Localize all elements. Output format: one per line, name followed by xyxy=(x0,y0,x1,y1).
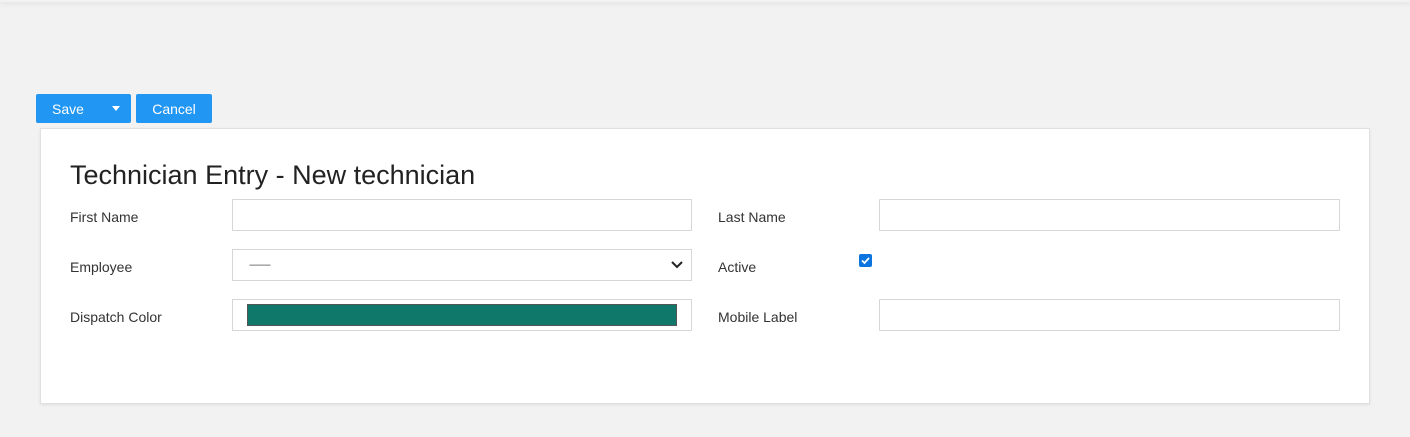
chevron-down-icon xyxy=(671,259,683,271)
first-name-label: First Name xyxy=(70,209,139,225)
cancel-button[interactable]: Cancel xyxy=(136,94,212,123)
toolbar: Save Cancel xyxy=(36,94,212,123)
mobile-label-input[interactable] xyxy=(879,299,1340,331)
employee-select[interactable]: --------- xyxy=(232,249,692,281)
last-name-input[interactable] xyxy=(879,199,1340,231)
save-button[interactable]: Save xyxy=(36,94,100,123)
dispatch-color-picker[interactable] xyxy=(232,299,692,331)
dispatch-color-swatch xyxy=(247,304,677,326)
checkmark-icon xyxy=(861,257,870,265)
active-label: Active xyxy=(718,259,757,275)
mobile-label-label: Mobile Label xyxy=(718,309,798,325)
technician-form-card: Technician Entry - New technician First … xyxy=(40,128,1370,404)
page-title: Technician Entry - New technician xyxy=(70,160,476,190)
first-name-input[interactable] xyxy=(232,199,692,231)
last-name-label: Last Name xyxy=(718,209,786,225)
employee-label: Employee xyxy=(70,259,133,275)
active-checkbox[interactable] xyxy=(859,254,872,267)
caret-down-icon xyxy=(111,106,120,111)
employee-selected-value: --------- xyxy=(249,259,271,271)
dispatch-color-label: Dispatch Color xyxy=(70,309,162,325)
save-options-dropdown-button[interactable] xyxy=(100,94,131,123)
top-bar xyxy=(0,0,1410,2)
